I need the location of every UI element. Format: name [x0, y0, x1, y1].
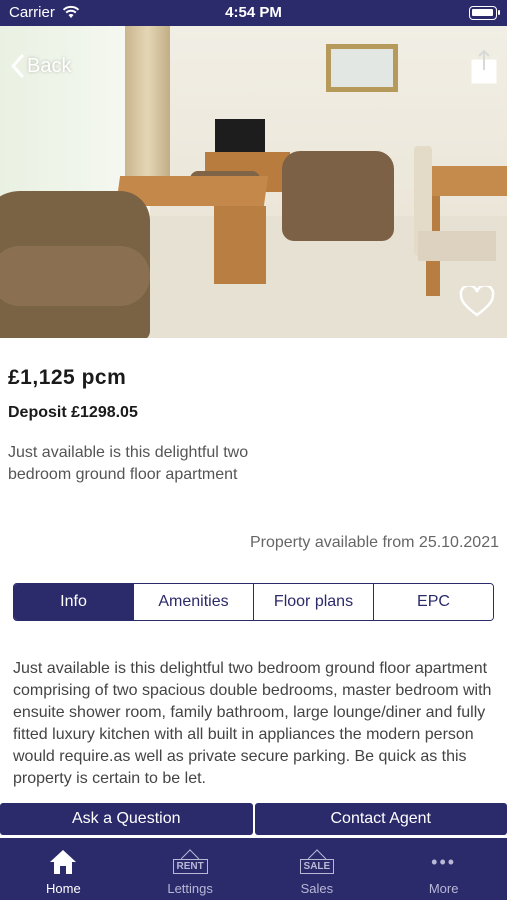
rent-sign-icon: RENT [172, 858, 208, 874]
favorite-heart-icon[interactable] [459, 286, 495, 318]
availability-date: Property available from 25.10.2021 [249, 534, 499, 551]
bottom-tab-bar: Home RENT Lettings SALE Sales ••• More [0, 838, 507, 900]
tab-bar-label: Lettings [167, 881, 213, 896]
tab-bar-label: More [428, 881, 459, 896]
tab-bar-label: Sales [300, 881, 334, 896]
detail-tabs: Info Amenities Floor plans EPC [13, 583, 494, 621]
contact-agent-button[interactable]: Contact Agent [254, 803, 507, 835]
share-icon[interactable] [471, 50, 497, 84]
status-bar: Carrier 4:54 PM [0, 0, 507, 26]
tab-bar-home[interactable]: Home [0, 838, 127, 900]
price: £1,125 pcm [8, 366, 127, 389]
tab-bar-lettings[interactable]: RENT Lettings [127, 838, 254, 900]
property-description: Just available is this delightful two be… [13, 660, 492, 787]
chevron-left-icon [11, 54, 24, 78]
more-icon: ••• [431, 851, 457, 872]
tab-bar-sales[interactable]: SALE Sales [254, 838, 381, 900]
home-icon [50, 850, 77, 874]
tab-floor-plans[interactable]: Floor plans [254, 584, 374, 620]
tab-epc[interactable]: EPC [374, 584, 493, 620]
back-button[interactable]: Back [10, 54, 71, 78]
tab-bar-label: Home [46, 881, 81, 896]
deposit: Deposit £1298.05 [8, 404, 138, 421]
clock: 4:54 PM [225, 4, 282, 21]
battery-icon [469, 6, 500, 20]
listing-summary: Just available is this delightful two be… [8, 444, 249, 483]
tab-amenities[interactable]: Amenities [134, 584, 254, 620]
back-label: Back [27, 54, 72, 77]
property-photo[interactable] [0, 26, 507, 338]
ask-question-button[interactable]: Ask a Question [0, 803, 253, 835]
tab-bar-more[interactable]: ••• More [380, 838, 507, 900]
sale-sign-icon: SALE [299, 858, 335, 874]
action-bar: Ask a Question Contact Agent [0, 803, 507, 835]
tab-info[interactable]: Info [14, 584, 134, 620]
